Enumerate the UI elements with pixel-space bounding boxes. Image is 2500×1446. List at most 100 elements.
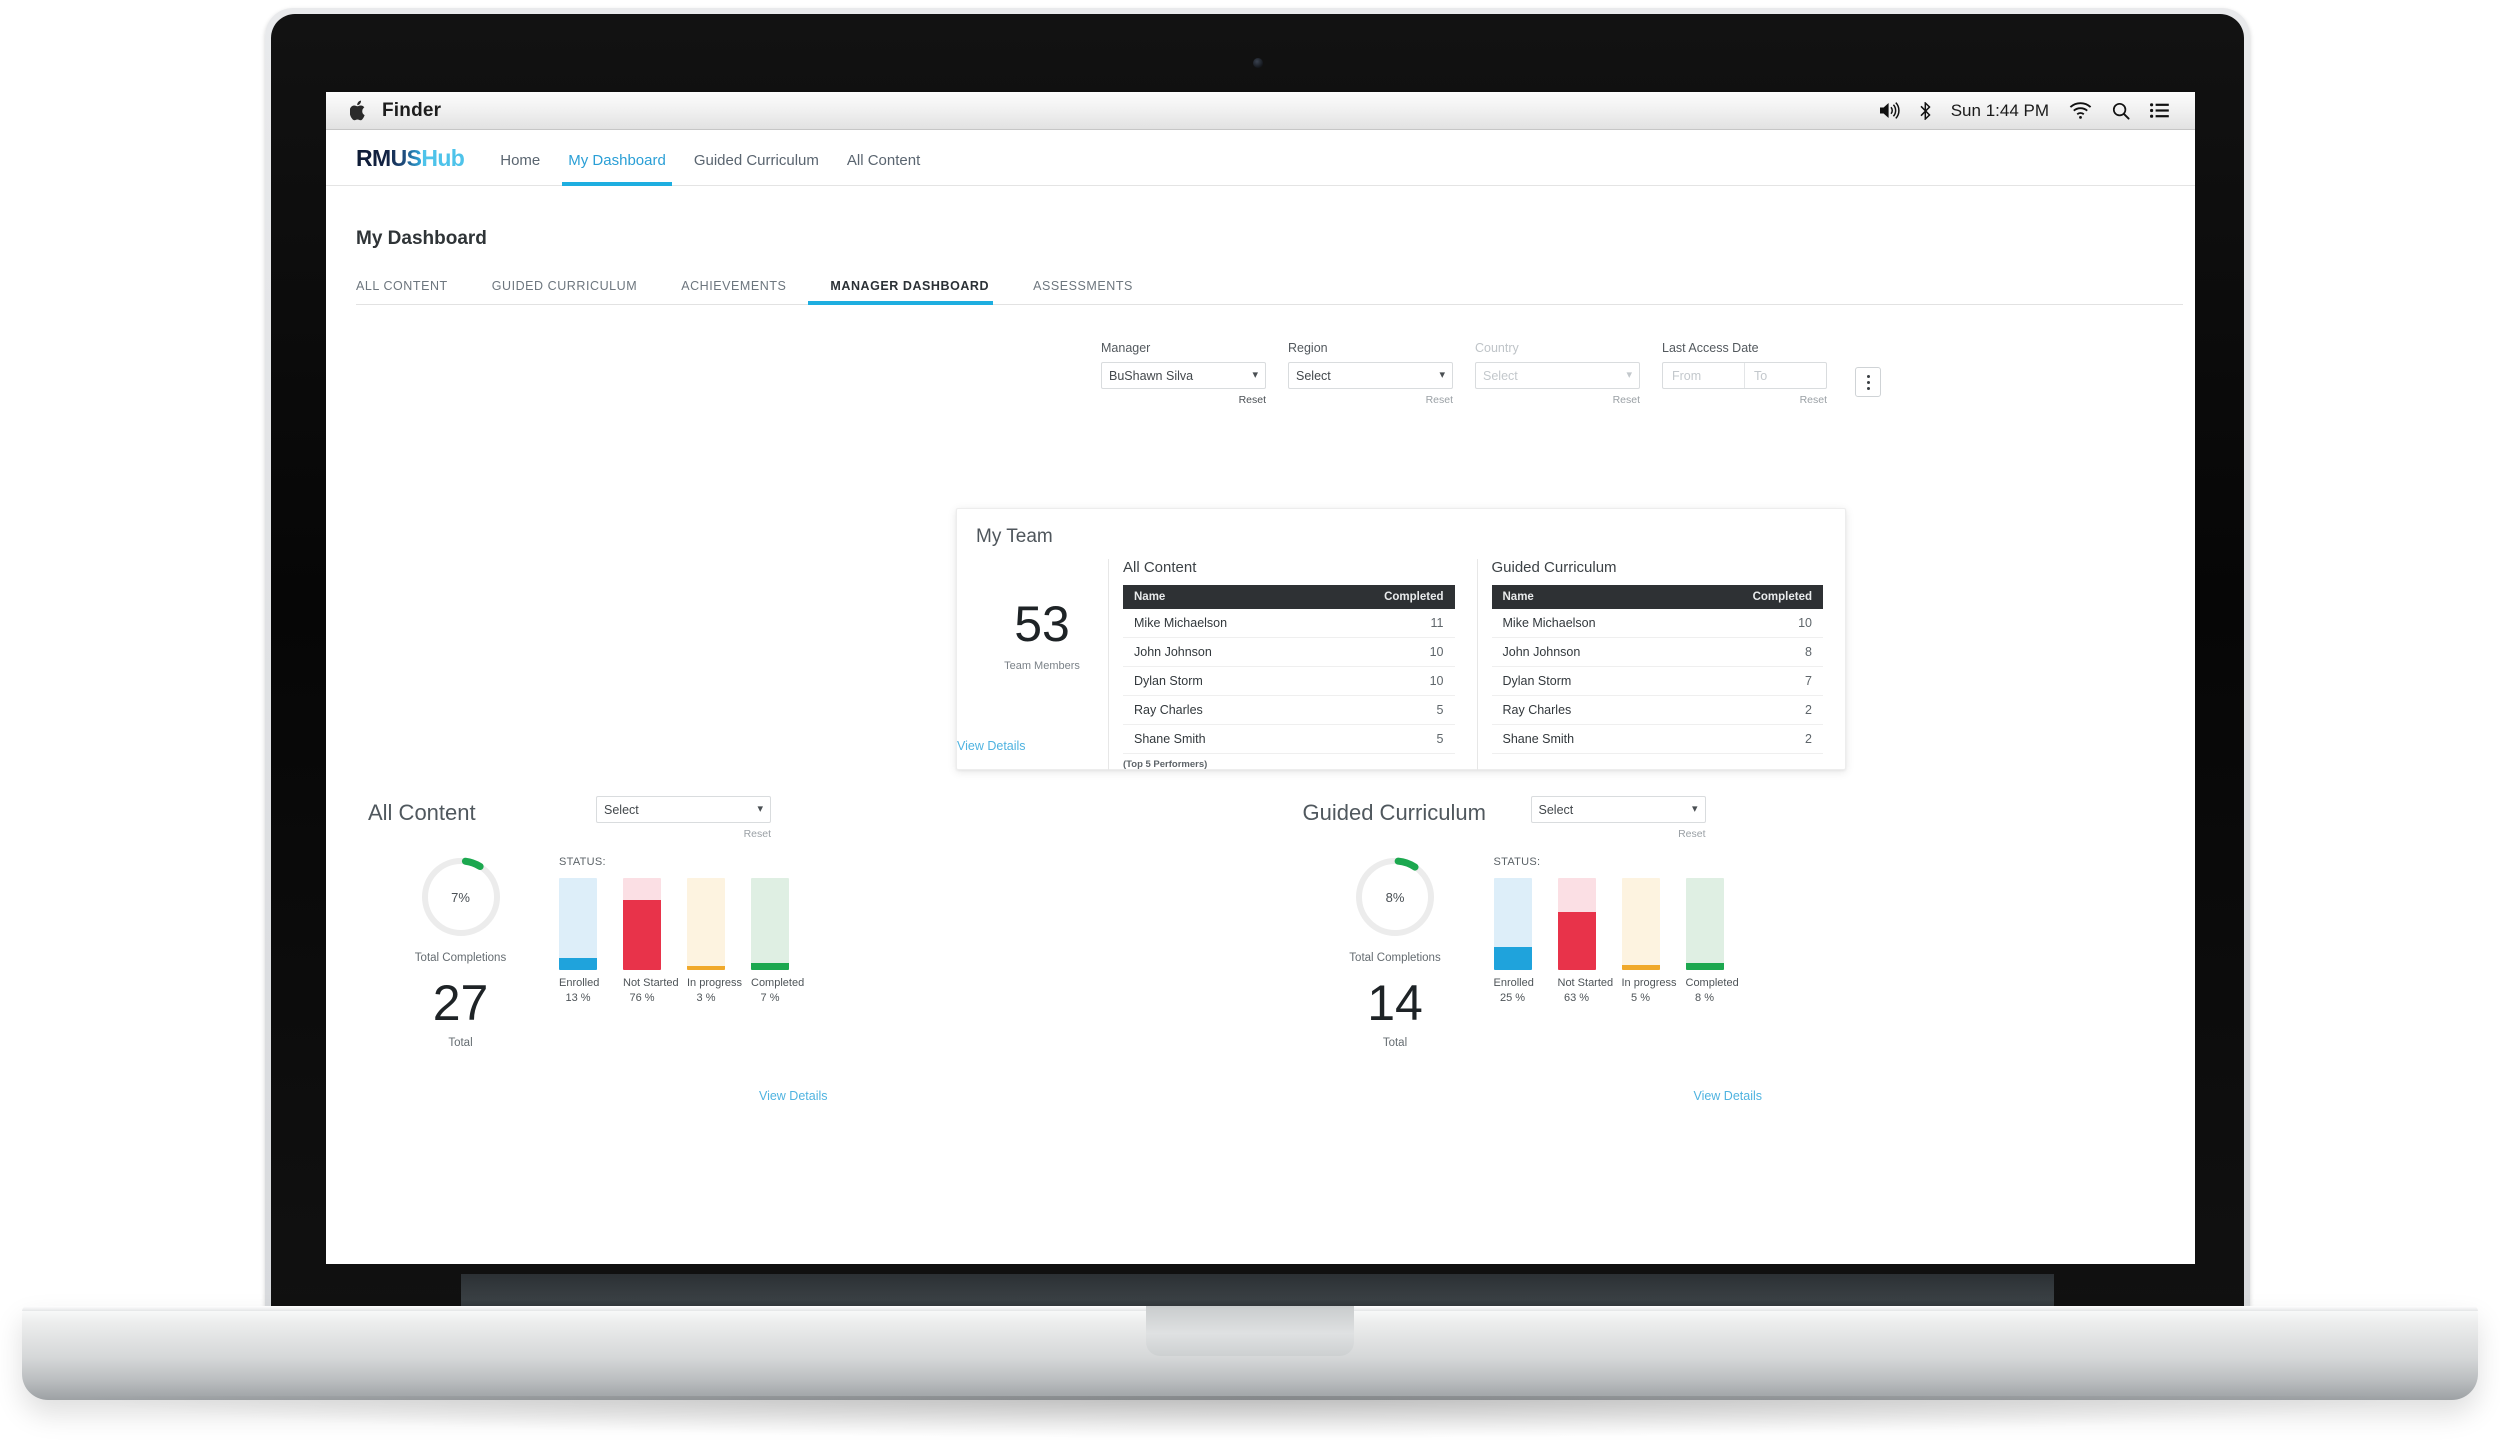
my-team-title: My Team: [976, 526, 1053, 547]
team-guided-curriculum-table: Name Completed Mike Michaelson 10 John Jo…: [1491, 585, 1823, 754]
cell-name: Ray Charles: [1491, 695, 1686, 725]
all-content-view-details-link[interactable]: View Details: [759, 1089, 828, 1103]
column-header-completed[interactable]: Completed: [1317, 585, 1455, 609]
panel-all-content-filter: Select ▾ Reset: [596, 796, 771, 840]
tab-all-content[interactable]: ALL CONTENT: [356, 279, 470, 304]
date-to-input[interactable]: To: [1744, 363, 1826, 388]
table-row[interactable]: John Johnson 8: [1491, 637, 1823, 667]
cell-completed: 10: [1317, 666, 1455, 696]
country-reset-link[interactable]: Reset: [1475, 394, 1640, 406]
all-content-select[interactable]: Select ▾: [596, 796, 771, 823]
bar-in-progress[interactable]: In progress 3 %: [687, 878, 742, 1004]
base-notch: [1146, 1306, 1354, 1356]
tab-achievements[interactable]: ACHIEVEMENTS: [659, 279, 808, 304]
filter-bar: Manager BuShawn Silva ▾ Reset Region Sel…: [326, 305, 2195, 406]
bar-completed[interactable]: Completed 8 %: [1685, 878, 1739, 1004]
panel-all-content-header: All Content Select ▾ Reset: [368, 796, 1219, 840]
all-content-bar-group: Enrolled 13 % Not Started 76 % In progre…: [559, 878, 1219, 1004]
bar-completed[interactable]: Completed 7 %: [751, 878, 804, 1004]
column-header-name[interactable]: Name: [1123, 585, 1318, 609]
cell-completed: 11: [1317, 609, 1455, 638]
guided-curriculum-status-bars: STATUS: Enrolled 25 % Not Started 63 % I…: [1488, 856, 2154, 1049]
cell-completed: 5: [1317, 695, 1455, 725]
team-all-content-table: Name Completed Mike Michaelson 11 John Jo…: [1123, 585, 1455, 754]
table-row[interactable]: Mike Michaelson 11: [1123, 609, 1455, 638]
team-members-count: 53: [1014, 596, 1070, 652]
tab-guided-curriculum[interactable]: GUIDED CURRICULUM: [470, 279, 659, 304]
search-icon[interactable]: [2112, 102, 2130, 120]
date-from-input[interactable]: From: [1663, 363, 1744, 388]
manager-reset-link[interactable]: Reset: [1101, 394, 1266, 406]
all-content-select-value: Select: [604, 802, 639, 817]
page-title: My Dashboard: [356, 228, 487, 249]
manager-select[interactable]: BuShawn Silva ▾: [1101, 362, 1266, 389]
apple-logo-icon[interactable]: [350, 100, 368, 121]
region-select-value: Select: [1296, 368, 1331, 383]
bar-not-started[interactable]: Not Started 63 %: [1557, 878, 1613, 1004]
bar-enrolled[interactable]: Enrolled 25 %: [1493, 878, 1534, 1004]
list-icon[interactable]: [2150, 103, 2169, 118]
table-row[interactable]: Dylan Storm 10: [1123, 666, 1455, 696]
all-content-reset-link[interactable]: Reset: [596, 828, 771, 840]
nav-item-all-content[interactable]: All Content: [833, 152, 934, 185]
table-row[interactable]: John Johnson 10: [1123, 637, 1455, 667]
app-nav-items: Home My Dashboard Guided Curriculum All …: [486, 130, 934, 186]
region-select[interactable]: Select ▾: [1288, 362, 1453, 389]
table-row[interactable]: Ray Charles 2: [1491, 695, 1823, 725]
bar-label: Not Started: [623, 977, 679, 989]
country-select[interactable]: Select ▾: [1475, 362, 1640, 389]
bar-value: 76 %: [629, 992, 655, 1004]
nav-item-guided-curriculum[interactable]: Guided Curriculum: [680, 152, 833, 185]
cell-name: John Johnson: [1491, 637, 1686, 667]
panel-guided-curriculum-header: Guided Curriculum Select ▾ Reset: [1303, 796, 2154, 840]
my-team-view-details-link[interactable]: View Details: [957, 739, 1026, 753]
cell-completed: 10: [1317, 637, 1455, 667]
panel-all-content-title: All Content: [368, 800, 476, 825]
app-navbar: RMUS Hub Home My Dashboard Guided Curricu…: [326, 130, 2195, 186]
column-header-name[interactable]: Name: [1491, 585, 1686, 609]
all-content-donut-group: 7% Total Completions 27 Total: [368, 856, 553, 1049]
volume-icon[interactable]: [1879, 102, 1900, 119]
table-header-row: Name Completed: [1491, 585, 1823, 609]
all-content-status-label: STATUS:: [559, 856, 606, 868]
status-panels: All Content Select ▾ Reset 7% Total Comp…: [326, 796, 2195, 1105]
date-range-group: From To: [1662, 362, 1827, 389]
table-row[interactable]: Dylan Storm 7: [1491, 666, 1823, 696]
menubar-app-name[interactable]: Finder: [382, 100, 441, 122]
cell-name: Mike Michaelson: [1491, 609, 1686, 638]
bar-enrolled[interactable]: Enrolled 13 %: [559, 878, 599, 1004]
filter-country: Country Select ▾ Reset: [1475, 341, 1640, 406]
region-reset-link[interactable]: Reset: [1288, 394, 1453, 406]
bar-in-progress[interactable]: In progress 5 %: [1621, 878, 1677, 1004]
date-reset-link[interactable]: Reset: [1662, 394, 1827, 406]
bluetooth-icon[interactable]: [1920, 101, 1931, 120]
guided-curriculum-reset-link[interactable]: Reset: [1531, 828, 1705, 840]
tab-manager-dashboard[interactable]: MANAGER DASHBOARD: [808, 279, 1011, 305]
cell-completed: 10: [1685, 609, 1823, 638]
team-guided-curriculum-title: Guided Curriculum: [1491, 559, 1617, 576]
guided-curriculum-view-details-wrap: View Details: [1303, 1087, 2154, 1105]
tab-assessments[interactable]: ASSESSMENTS: [1011, 279, 1155, 304]
webcam-icon: [1252, 58, 1263, 68]
table-row[interactable]: Mike Michaelson 10: [1491, 609, 1823, 638]
menubar-status-items: Sun 1:44 PM: [1879, 101, 2181, 121]
bar-value: 13 %: [565, 992, 591, 1004]
all-content-total-label: Total: [448, 1037, 473, 1049]
rmushub-logo[interactable]: RMUS Hub: [356, 145, 465, 172]
guided-curriculum-select[interactable]: Select ▾: [1530, 796, 1706, 823]
vertical-dots-icon[interactable]: [1855, 367, 1881, 397]
os-menubar: Finder Sun 1:44 PM: [326, 92, 2195, 130]
guided-curriculum-status-label: STATUS:: [1493, 856, 1541, 868]
guided-curriculum-donut-group: 8% Total Completions 14 Total: [1303, 856, 1488, 1049]
nav-item-my-dashboard[interactable]: My Dashboard: [554, 152, 680, 186]
my-team-view-details-wrap: View Details: [957, 737, 1845, 755]
panel-all-content-body: 7% Total Completions 27 Total STATUS: En…: [368, 856, 1219, 1049]
wifi-icon[interactable]: [2069, 102, 2092, 119]
nav-item-home[interactable]: Home: [486, 152, 554, 185]
column-header-completed[interactable]: Completed: [1685, 585, 1823, 609]
table-row[interactable]: Ray Charles 5: [1123, 695, 1455, 725]
filter-manager: Manager BuShawn Silva ▾ Reset: [1101, 341, 1266, 406]
menubar-clock[interactable]: Sun 1:44 PM: [1951, 101, 2049, 121]
guided-curriculum-view-details-link[interactable]: View Details: [1693, 1089, 1762, 1103]
bar-not-started[interactable]: Not Started 76 %: [623, 878, 679, 1004]
